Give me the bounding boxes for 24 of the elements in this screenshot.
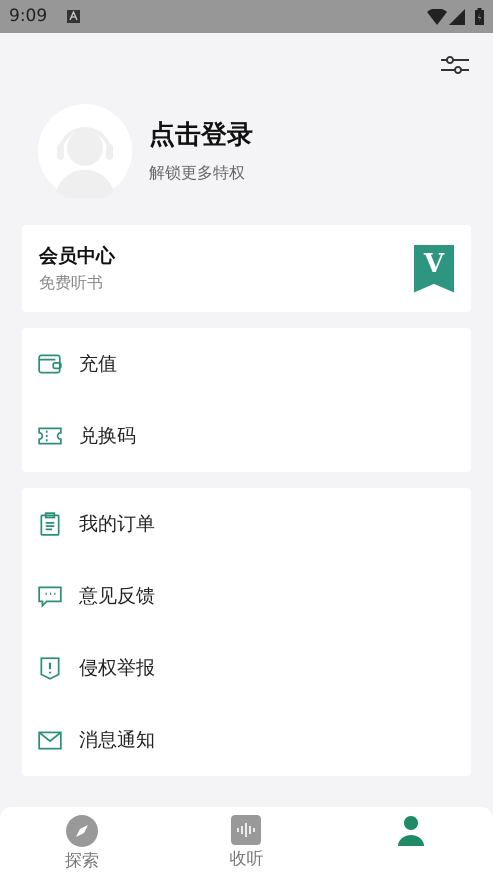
nav-tab[interactable]: 探索 — [0, 807, 164, 878]
sound-wave-icon — [231, 815, 262, 845]
menu-item[interactable]: 意见反馈 — [22, 560, 471, 632]
login-subtitle: 解锁更多特权 — [149, 162, 246, 184]
menu-item[interactable]: 充值 — [22, 328, 471, 400]
login-title: 点击登录 — [149, 118, 253, 152]
settings-button[interactable] — [441, 53, 469, 77]
member-card[interactable]: 会员中心 免费听书 V — [22, 225, 471, 312]
menu-item[interactable]: 兑换码 — [22, 400, 471, 472]
wifi-icon — [427, 8, 447, 24]
settings-icon — [441, 53, 469, 77]
nav-tab[interactable]: 收听 — [164, 807, 329, 878]
signal-icon — [449, 8, 465, 24]
member-title: 会员中心 — [39, 244, 116, 270]
member-subtitle: 免费听书 — [39, 272, 104, 294]
compass-icon — [66, 815, 98, 847]
vip-badge: V — [414, 244, 454, 292]
battery-icon — [475, 8, 484, 25]
notification-icon — [67, 10, 80, 23]
status-time: 9:09 — [9, 4, 48, 28]
menu-item[interactable]: 我的订单 — [22, 488, 471, 560]
menu-item[interactable]: 消息通知 — [22, 704, 471, 776]
login-area[interactable]: 点击登录 解锁更多特权 — [0, 77, 493, 198]
menu-item[interactable]: 侵权举报 — [22, 632, 471, 704]
